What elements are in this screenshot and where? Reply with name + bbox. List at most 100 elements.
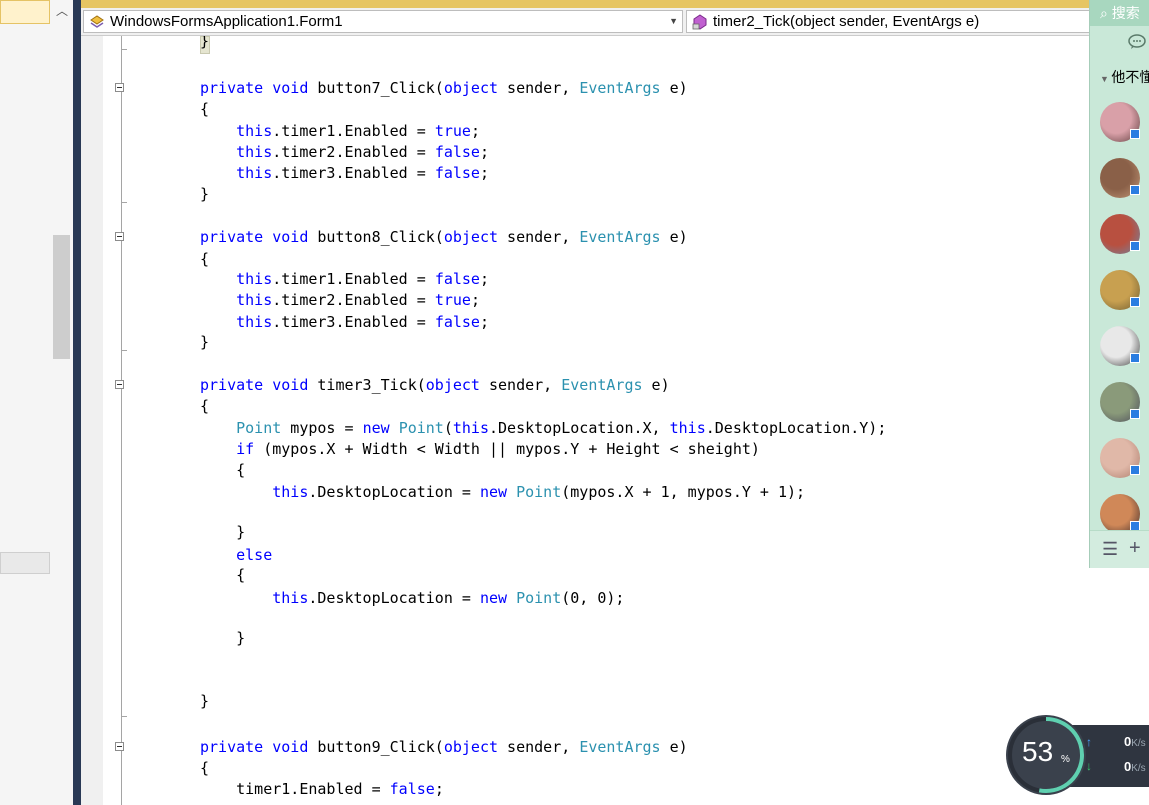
code-line[interactable]: this.timer3.Enabled = false; xyxy=(200,312,489,332)
code-token: e) xyxy=(660,738,688,756)
code-line[interactable]: { xyxy=(200,565,245,585)
selected-item[interactable] xyxy=(0,0,50,24)
online-status-icon xyxy=(1130,297,1140,307)
collapse-toggle-icon[interactable] xyxy=(115,380,124,389)
code-token: button9_Click( xyxy=(317,738,444,756)
code-line[interactable]: else xyxy=(200,545,272,565)
code-token: timer1.Enabled = xyxy=(200,780,390,798)
code-line[interactable]: this.timer2.Enabled = true; xyxy=(200,290,480,310)
collapse-toggle-icon[interactable] xyxy=(115,742,124,751)
upload-arrow-icon: ↑ xyxy=(1086,735,1092,749)
code-token: { xyxy=(200,759,210,777)
code-line[interactable]: this.DesktopLocation = new Point(mypos.X… xyxy=(200,482,805,502)
qq-contact-panel: ⌕ 搜索 ▼ 他不懂 ☰ + xyxy=(1089,0,1149,568)
code-token: ; xyxy=(470,291,480,309)
download-arrow-icon: ↓ xyxy=(1086,759,1092,773)
code-token: } xyxy=(200,185,210,203)
collapse-toggle-icon[interactable] xyxy=(115,83,124,92)
outline-end-tick xyxy=(121,49,127,50)
class-icon xyxy=(90,15,104,28)
keyword-token: false xyxy=(389,780,435,798)
class-dropdown[interactable]: WindowsFormsApplication1.Form1 ▼ xyxy=(83,10,683,33)
collapse-toggle-icon[interactable] xyxy=(115,232,124,241)
code-token: (mypos.X + Width < Width || mypos.Y + He… xyxy=(254,440,760,458)
chat-bubble-icon[interactable] xyxy=(1128,34,1146,50)
qq-group-label: 他不懂 xyxy=(1111,69,1149,85)
code-token: (mypos.X + 1, mypos.Y + 1); xyxy=(561,483,806,501)
code-line[interactable]: private void button8_Click(object sender… xyxy=(200,227,688,247)
code-token: .DesktopLocation.Y); xyxy=(705,419,887,437)
menu-icon[interactable]: ☰ xyxy=(1102,539,1118,560)
code-line[interactable]: Point mypos = new Point(this.DesktopLoca… xyxy=(200,418,886,438)
code-line[interactable]: this.timer1.Enabled = false; xyxy=(200,269,489,289)
scroll-up-icon[interactable]: ︿ xyxy=(52,2,72,20)
code-line[interactable]: this.timer1.Enabled = true; xyxy=(200,121,480,141)
type-token: EventArgs xyxy=(579,228,661,246)
outline-end-tick xyxy=(121,716,127,717)
property-field[interactable] xyxy=(0,552,50,574)
keyword-token: object xyxy=(443,228,499,246)
code-line[interactable]: if (mypos.X + Width < Width || mypos.Y +… xyxy=(200,439,760,459)
code-token: { xyxy=(200,566,246,584)
code-line[interactable]: } xyxy=(200,332,209,352)
code-editor[interactable]: } private void button7_Click(object sende… xyxy=(103,36,1091,805)
qq-group-header[interactable]: ▼ 他不懂 xyxy=(1090,66,1149,88)
keyword-token: new xyxy=(479,483,517,501)
code-line[interactable]: this.timer3.Enabled = false; xyxy=(200,163,489,183)
code-line[interactable]: } xyxy=(200,691,209,711)
code-line[interactable]: { xyxy=(200,460,245,480)
keyword-token: else xyxy=(236,546,273,564)
code-line[interactable]: } xyxy=(200,628,245,648)
code-line[interactable]: private void timer3_Tick(object sender, … xyxy=(200,375,670,395)
keyword-token: private void xyxy=(200,376,318,394)
code-token: (0, 0); xyxy=(561,589,625,607)
code-token: sender, xyxy=(498,738,580,756)
keyword-token: false xyxy=(434,270,480,288)
code-line[interactable]: { xyxy=(200,758,209,778)
code-token: } xyxy=(200,523,246,541)
code-token: button7_Click( xyxy=(317,79,444,97)
code-line[interactable]: this.DesktopLocation = new Point(0, 0); xyxy=(200,588,624,608)
class-dropdown-value: WindowsFormsApplication1.Form1 xyxy=(110,13,343,30)
qq-search-label: 搜索 xyxy=(1111,5,1140,21)
code-line[interactable]: { xyxy=(200,99,209,119)
keyword-token: object xyxy=(443,79,499,97)
code-line[interactable]: { xyxy=(200,396,209,416)
code-token: e) xyxy=(660,79,688,97)
code-line[interactable]: { xyxy=(200,249,209,269)
keyword-token: false xyxy=(434,164,480,182)
scrollbar-thumb[interactable] xyxy=(53,235,70,359)
code-token: ; xyxy=(470,122,480,140)
network-speed-widget[interactable]: ↑ ↓ 0K/s 0K/s 53 % xyxy=(1006,715,1149,795)
keyword-token: new xyxy=(362,419,399,437)
editor-gutter xyxy=(81,36,103,805)
code-token: } xyxy=(200,333,210,351)
code-line[interactable]: } xyxy=(200,36,209,51)
member-dropdown[interactable]: timer2_Tick(object sender, EventArgs e) xyxy=(686,10,1091,33)
code-line[interactable]: timer1.Enabled = false; xyxy=(200,779,444,799)
code-line[interactable]: } xyxy=(200,184,209,204)
code-line[interactable]: this.timer2.Enabled = false; xyxy=(200,142,489,162)
code-token: sender, xyxy=(498,228,580,246)
code-line[interactable]: } xyxy=(200,522,245,542)
keyword-token: this xyxy=(236,122,273,140)
keyword-token: this xyxy=(272,483,309,501)
memory-usage-gauge: 53 % xyxy=(1006,715,1086,795)
chevron-down-icon[interactable]: ▼ xyxy=(669,11,678,32)
qq-search-box[interactable]: ⌕ 搜索 xyxy=(1090,0,1149,26)
type-token: EventArgs xyxy=(579,738,661,756)
method-icon xyxy=(692,14,707,30)
code-token: .DesktopLocation = xyxy=(308,589,480,607)
code-line[interactable]: private void button9_Click(object sender… xyxy=(200,737,688,757)
document-tab-strip xyxy=(81,0,1091,8)
add-icon[interactable]: + xyxy=(1129,537,1141,560)
code-token: .timer1.Enabled = xyxy=(272,122,435,140)
member-dropdown-value: timer2_Tick(object sender, EventArgs e) xyxy=(713,13,980,30)
keyword-token: if xyxy=(236,440,255,458)
code-line[interactable]: private void button7_Click(object sender… xyxy=(200,78,688,98)
